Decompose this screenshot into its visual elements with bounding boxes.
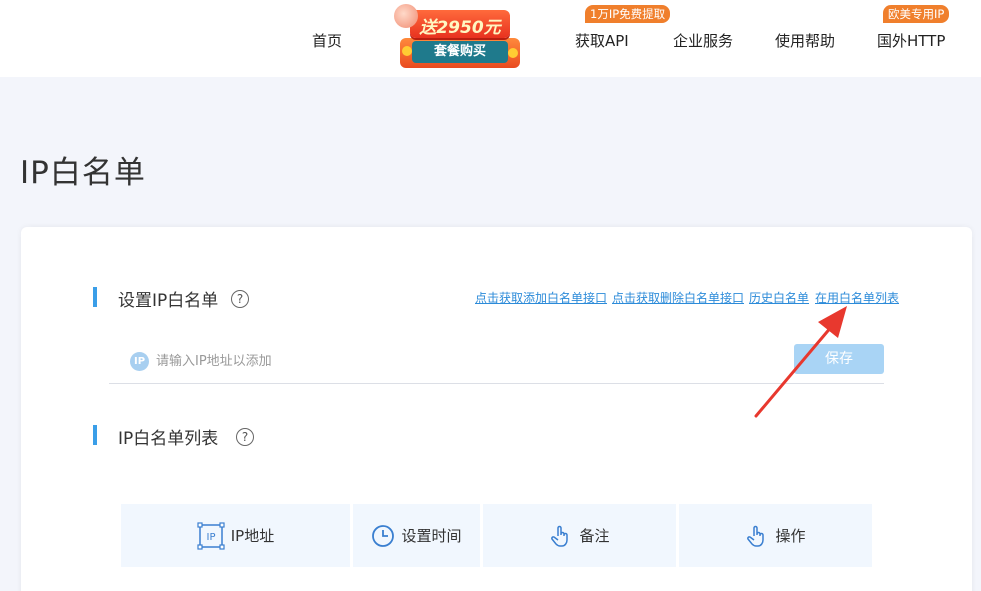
ip-address-icon: IP	[197, 521, 225, 550]
promo-top-ribbon: 送2950元	[410, 10, 510, 38]
nav-foreign-http[interactable]: 国外HTTP	[877, 30, 945, 51]
clock-icon	[372, 524, 395, 547]
column-label: IP地址	[230, 527, 275, 545]
whitelist-card: 设置IP白名单 ? 点击获取添加白名单接口 点击获取删除白名单接口 历史白名单 …	[21, 227, 972, 591]
svg-text:IP: IP	[206, 532, 215, 543]
column-label: 备注	[579, 527, 610, 545]
help-icon[interactable]: ?	[231, 290, 249, 308]
promo-buy-button[interactable]: 套餐购买	[412, 41, 508, 63]
gift-icon	[394, 4, 418, 28]
ip-address-input[interactable]	[156, 346, 796, 376]
column-header-time: 设置时间	[353, 504, 480, 567]
section-accent-bar	[93, 287, 97, 307]
save-button[interactable]: 保存	[794, 344, 884, 374]
foreign-ip-badge: 欧美专用IP	[883, 5, 950, 23]
nav-get-api[interactable]: 获取API	[575, 30, 629, 51]
column-header-remark: 备注	[483, 504, 676, 567]
free-ip-badge: 1万IP免费提取	[585, 5, 671, 23]
add-whitelist-api-link[interactable]: 点击获取添加白名单接口	[475, 289, 607, 306]
promo-top-text: 送2950元	[419, 18, 501, 38]
nav-help[interactable]: 使用帮助	[775, 30, 835, 51]
column-label: 操作	[775, 527, 806, 545]
column-header-ip: IP IP地址	[121, 504, 350, 567]
promo-banner[interactable]: 送2950元 套餐购买	[392, 0, 528, 72]
top-header: 首页 送2950元 套餐购买 1万IP免费提取 获取API 企业服务 使用帮助 …	[0, 0, 981, 77]
hand-pointer-icon	[551, 525, 569, 547]
column-header-action: 操作	[679, 504, 872, 567]
ip-icon: IP	[130, 352, 149, 371]
delete-whitelist-api-link[interactable]: 点击获取删除白名单接口	[612, 289, 744, 306]
set-whitelist-title: 设置IP白名单	[118, 291, 219, 311]
column-label: 设置时间	[401, 527, 462, 545]
active-whitelist-link[interactable]: 在用白名单列表	[815, 289, 899, 306]
input-underline	[109, 383, 884, 384]
coin-icon	[402, 46, 412, 56]
page-title: IP白名单	[20, 155, 146, 191]
section-accent-bar	[93, 425, 97, 445]
hand-pointer-icon	[747, 525, 765, 547]
nav-enterprise[interactable]: 企业服务	[673, 30, 733, 51]
whitelist-list-title: IP白名单列表	[118, 429, 219, 449]
nav-home[interactable]: 首页	[312, 30, 342, 51]
history-whitelist-link[interactable]: 历史白名单	[749, 289, 809, 306]
help-icon[interactable]: ?	[236, 428, 254, 446]
coin-icon	[508, 48, 518, 58]
